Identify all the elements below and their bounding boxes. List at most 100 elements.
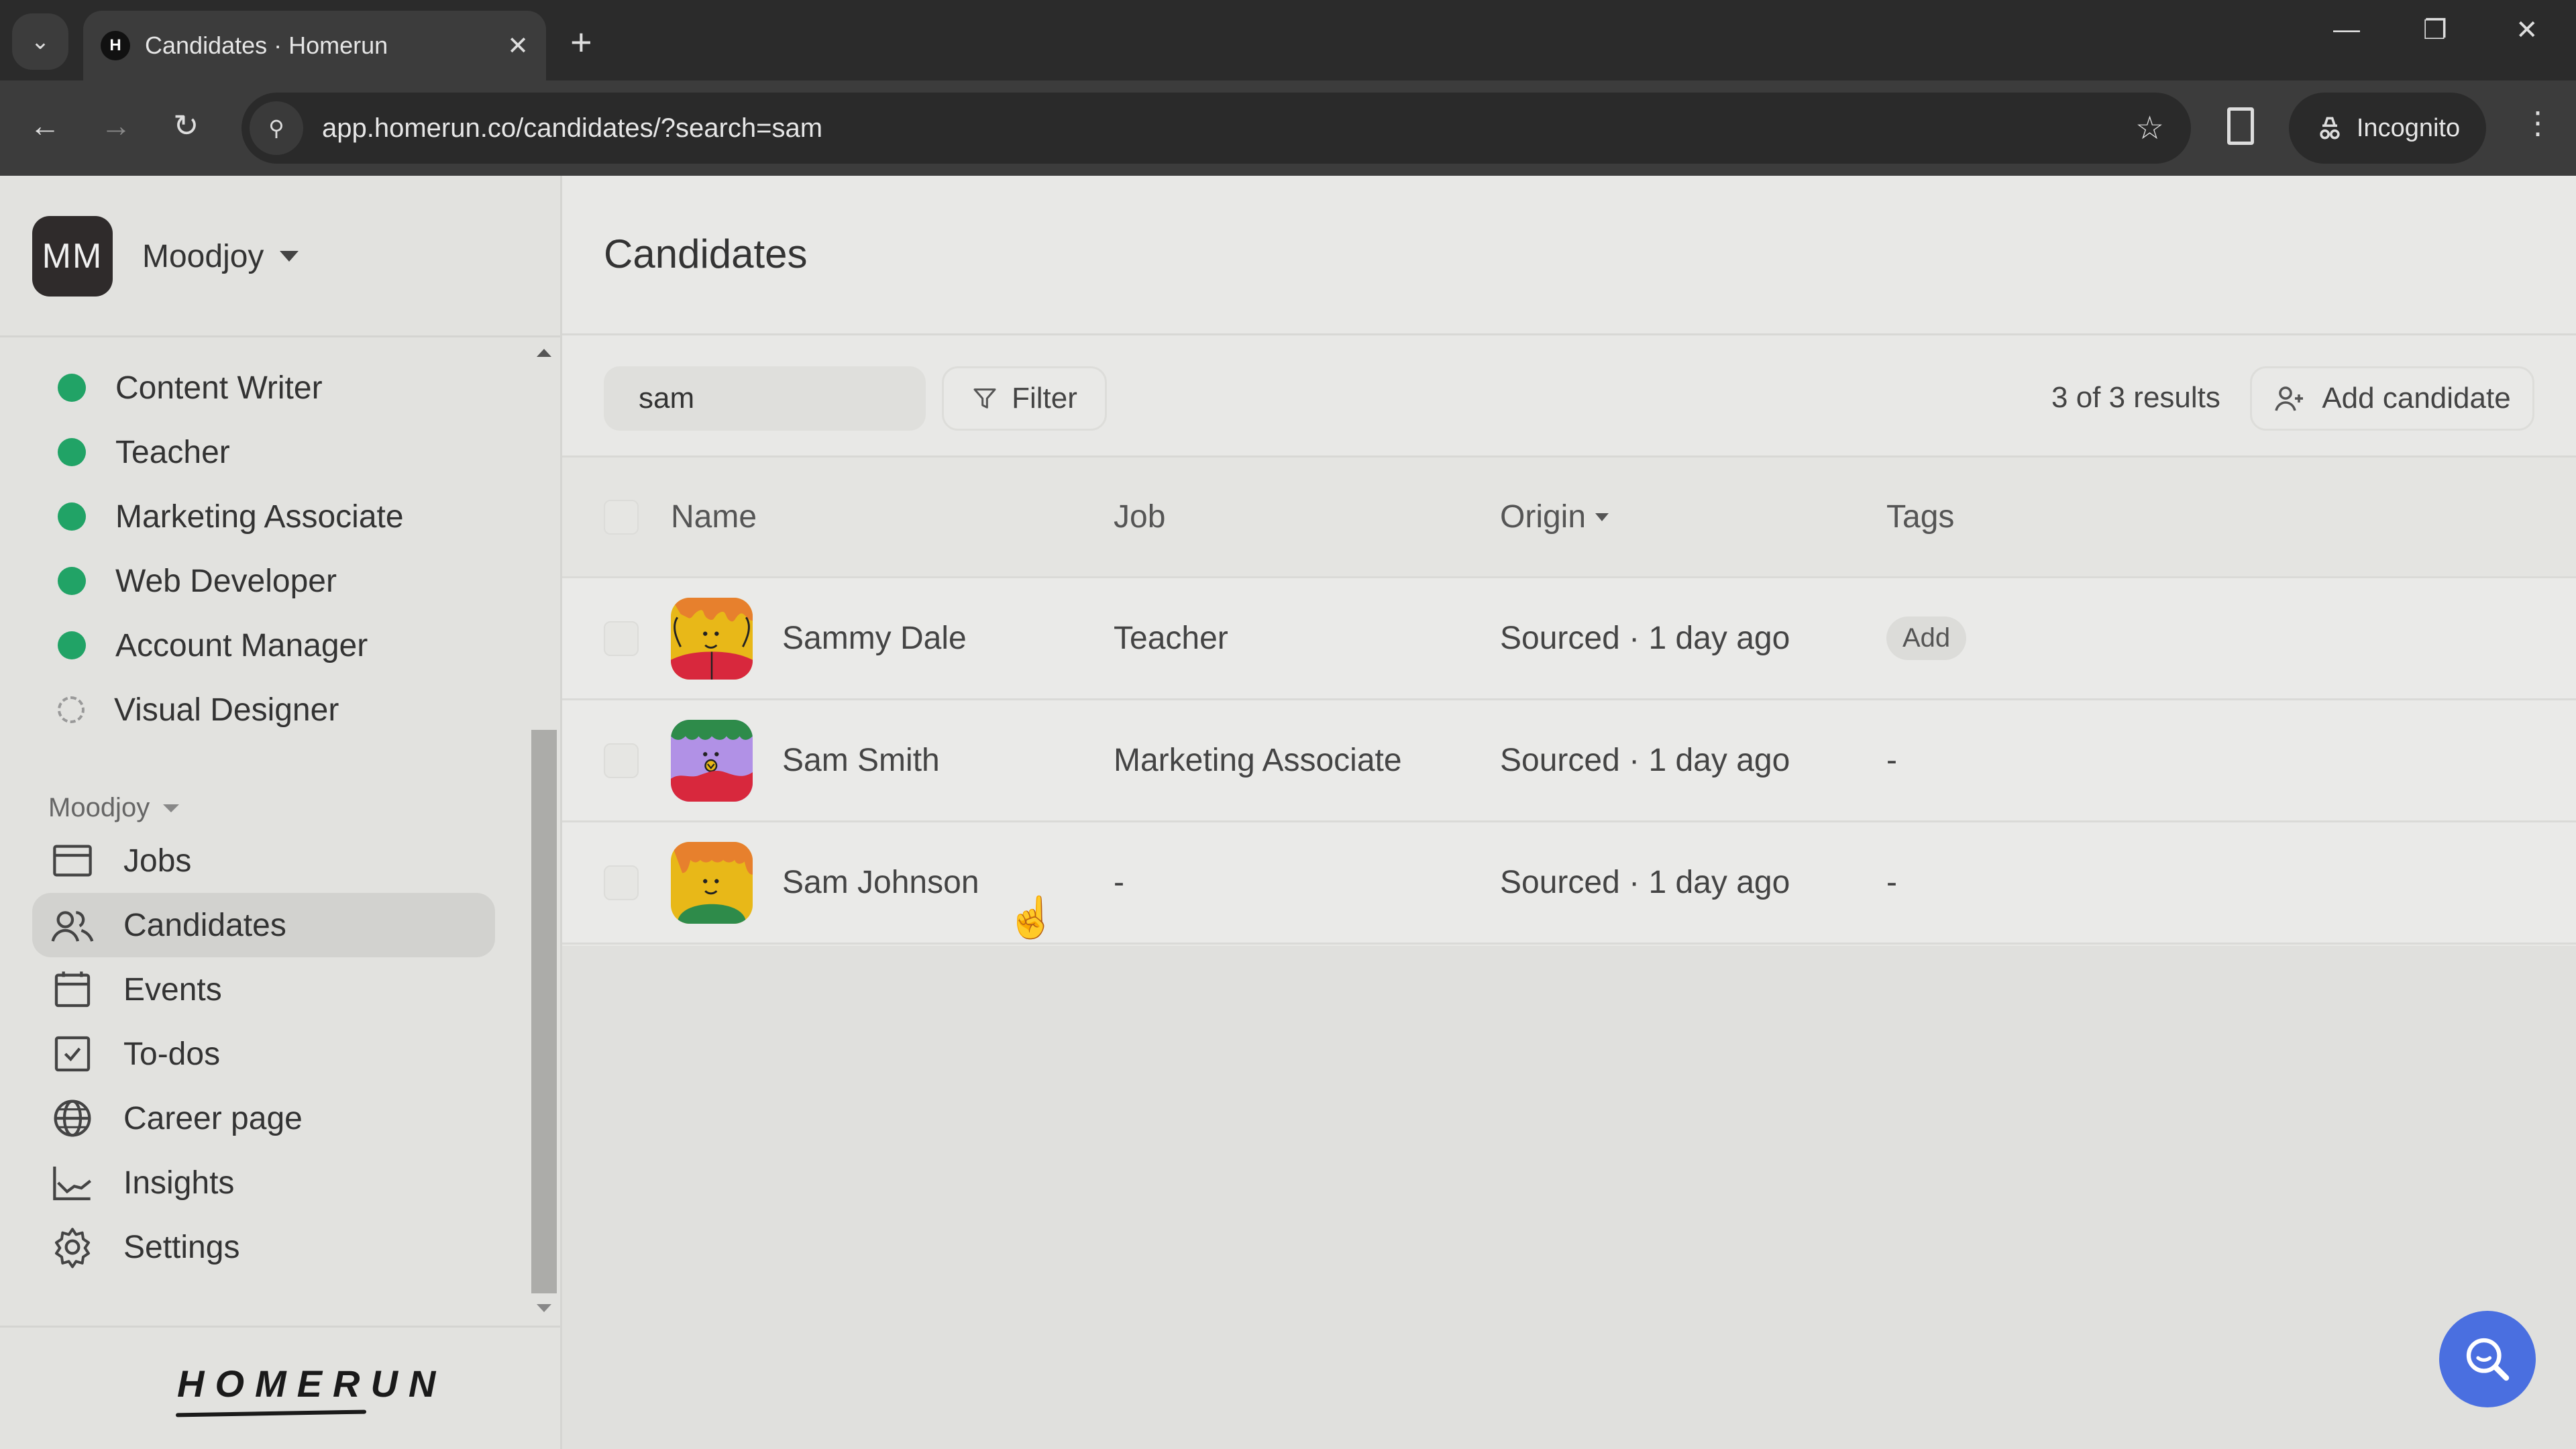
org-name: Moodjoy — [142, 238, 264, 274]
incognito-indicator[interactable]: Incognito — [2289, 93, 2486, 164]
minimize-icon[interactable]: — — [2333, 15, 2360, 45]
add-user-icon — [2275, 386, 2304, 411]
job-label: Account Manager — [115, 627, 368, 663]
forward-button[interactable]: → — [101, 107, 131, 144]
reload-button[interactable]: ↻ — [173, 107, 199, 144]
homerun-favicon-icon: H — [101, 31, 130, 60]
sidebar-nav: Jobs Candidates Events To-dos Career pag… — [32, 828, 495, 1279]
candidate-name[interactable]: Sam Johnson — [782, 864, 979, 901]
org-switcher[interactable]: MM Moodjoy — [32, 216, 299, 297]
sidebar: MM Moodjoy Content Writer Teacher Market… — [0, 176, 562, 1449]
sidebar-item-insights[interactable]: Insights — [32, 1150, 495, 1215]
nav-label: Events — [123, 971, 222, 1008]
page-title: Candidates — [604, 231, 808, 276]
status-dot-icon — [58, 631, 86, 659]
job-label: Teacher — [115, 434, 230, 470]
chevron-down-icon: ⌄ — [30, 29, 50, 54]
help-search-button[interactable] — [2439, 1311, 2536, 1407]
candidate-name[interactable]: Sam Smith — [782, 742, 940, 779]
filter-button[interactable]: Filter — [942, 366, 1107, 431]
add-candidate-button[interactable]: Add candidate — [2250, 366, 2534, 431]
tab-search-button[interactable]: ⌄ — [12, 13, 68, 70]
side-panel-icon[interactable] — [2227, 107, 2254, 145]
sidebar-job-teacher[interactable]: Teacher — [0, 420, 523, 484]
search-help-icon — [2466, 1338, 2510, 1381]
candidate-origin: Sourced · 1 day ago — [1500, 743, 1790, 778]
new-tab-button[interactable]: + — [570, 20, 592, 64]
status-dot-icon — [58, 502, 86, 531]
sidebar-item-candidates[interactable]: Candidates — [32, 893, 495, 957]
bookmark-star-icon[interactable]: ☆ — [2135, 109, 2164, 147]
column-header-job[interactable]: Job — [1114, 498, 1500, 535]
nav-label: Jobs — [123, 843, 192, 879]
candidate-tags: - — [1886, 865, 1897, 900]
sidebar-job-marketing-associate[interactable]: Marketing Associate — [0, 484, 523, 549]
globe-icon — [54, 1099, 91, 1137]
jobs-icon — [53, 845, 92, 877]
search-field[interactable]: ✕ — [604, 366, 1049, 431]
section-switcher[interactable]: Moodjoy — [48, 793, 180, 823]
row-checkbox[interactable] — [604, 865, 639, 900]
column-header-origin[interactable]: Origin — [1500, 498, 1886, 535]
column-header-tags[interactable]: Tags — [1886, 498, 2576, 535]
sidebar-job-account-manager[interactable]: Account Manager — [0, 613, 523, 678]
sidebar-job-content-writer[interactable]: Content Writer — [0, 356, 523, 420]
candidates-toolbar: ✕ Filter 3 of 3 results Add candidate — [562, 335, 2576, 458]
select-all-checkbox[interactable] — [604, 499, 639, 535]
sidebar-item-jobs[interactable]: Jobs — [32, 828, 495, 893]
sidebar-item-settings[interactable]: Settings — [32, 1215, 495, 1279]
candidate-job: Marketing Associate — [1114, 743, 1402, 778]
site-info-icon[interactable]: ⚲ — [250, 101, 303, 155]
caret-down-icon — [163, 804, 180, 812]
divider — [0, 1326, 560, 1328]
browser-chrome: ⌄ H Candidates · Homerun ✕ + — ❐ ✕ ← → ↻… — [0, 0, 2576, 176]
restore-icon[interactable]: ❐ — [2423, 15, 2447, 46]
row-checkbox[interactable] — [604, 743, 639, 778]
results-count: 3 of 3 results — [2051, 381, 2220, 414]
scroll-up-arrow[interactable] — [537, 349, 551, 357]
org-avatar: MM — [32, 216, 113, 297]
browser-toolbar: ← → ↻ ⚲ app.homerun.co/candidates/?searc… — [0, 80, 2576, 176]
avatar-sammy-icon — [671, 597, 753, 680]
incognito-icon — [2320, 117, 2340, 140]
sidebar-job-web-developer[interactable]: Web Developer — [0, 549, 523, 613]
nav-label: To-dos — [123, 1036, 221, 1072]
candidates-table: Name Job Origin Tags Sammy Dale Teacher … — [562, 458, 2576, 945]
sidebar-scrollbar-thumb[interactable] — [531, 730, 557, 1293]
browser-menu-icon[interactable]: ⋮ — [2522, 105, 2553, 141]
candidate-job: Teacher — [1114, 621, 1228, 656]
close-tab-icon[interactable]: ✕ — [507, 31, 529, 61]
nav-label: Settings — [123, 1229, 240, 1265]
status-dot-icon — [58, 374, 86, 402]
homerun-logo: HOMERUN — [177, 1362, 447, 1405]
sidebar-job-visual-designer[interactable]: Visual Designer — [0, 678, 523, 742]
back-button[interactable]: ← — [30, 107, 60, 144]
logo-underline — [175, 1409, 367, 1417]
candidate-job: - — [1114, 865, 1124, 900]
tab-strip: ⌄ H Candidates · Homerun ✕ + — ❐ ✕ — [0, 0, 2576, 80]
url-text[interactable]: app.homerun.co/candidates/?search=sam — [322, 113, 2135, 144]
sidebar-item-career-page[interactable]: Career page — [32, 1086, 495, 1150]
column-header-name[interactable]: Name — [671, 498, 1114, 535]
job-label: Content Writer — [115, 370, 323, 406]
candidate-name[interactable]: Sammy Dale — [782, 620, 967, 657]
candidates-icon — [51, 911, 94, 942]
status-dot-icon — [58, 438, 86, 466]
address-bar[interactable]: ⚲ app.homerun.co/candidates/?search=sam … — [241, 93, 2191, 164]
candidate-origin: Sourced · 1 day ago — [1500, 621, 1790, 656]
table-row[interactable]: Sam Smith Marketing Associate Sourced · … — [562, 700, 2576, 822]
add-tag-button[interactable]: Add — [1886, 616, 1967, 660]
sidebar-item-events[interactable]: Events — [32, 957, 495, 1022]
close-window-icon[interactable]: ✕ — [2516, 15, 2538, 46]
row-checkbox[interactable] — [604, 621, 639, 656]
avatar-smith-icon — [671, 719, 753, 802]
sidebar-item-todos[interactable]: To-dos — [32, 1022, 495, 1086]
browser-tab-active[interactable]: H Candidates · Homerun ✕ — [83, 11, 546, 80]
table-row[interactable]: Sammy Dale Teacher Sourced · 1 day ago A… — [562, 578, 2576, 700]
divider — [0, 335, 560, 337]
scroll-down-arrow[interactable] — [537, 1304, 551, 1312]
calendar-icon — [54, 971, 91, 1008]
table-row[interactable]: Sam Johnson - Sourced · 1 day ago - — [562, 822, 2576, 945]
draft-status-icon — [58, 696, 85, 723]
avatar-johnson-icon — [671, 841, 753, 924]
